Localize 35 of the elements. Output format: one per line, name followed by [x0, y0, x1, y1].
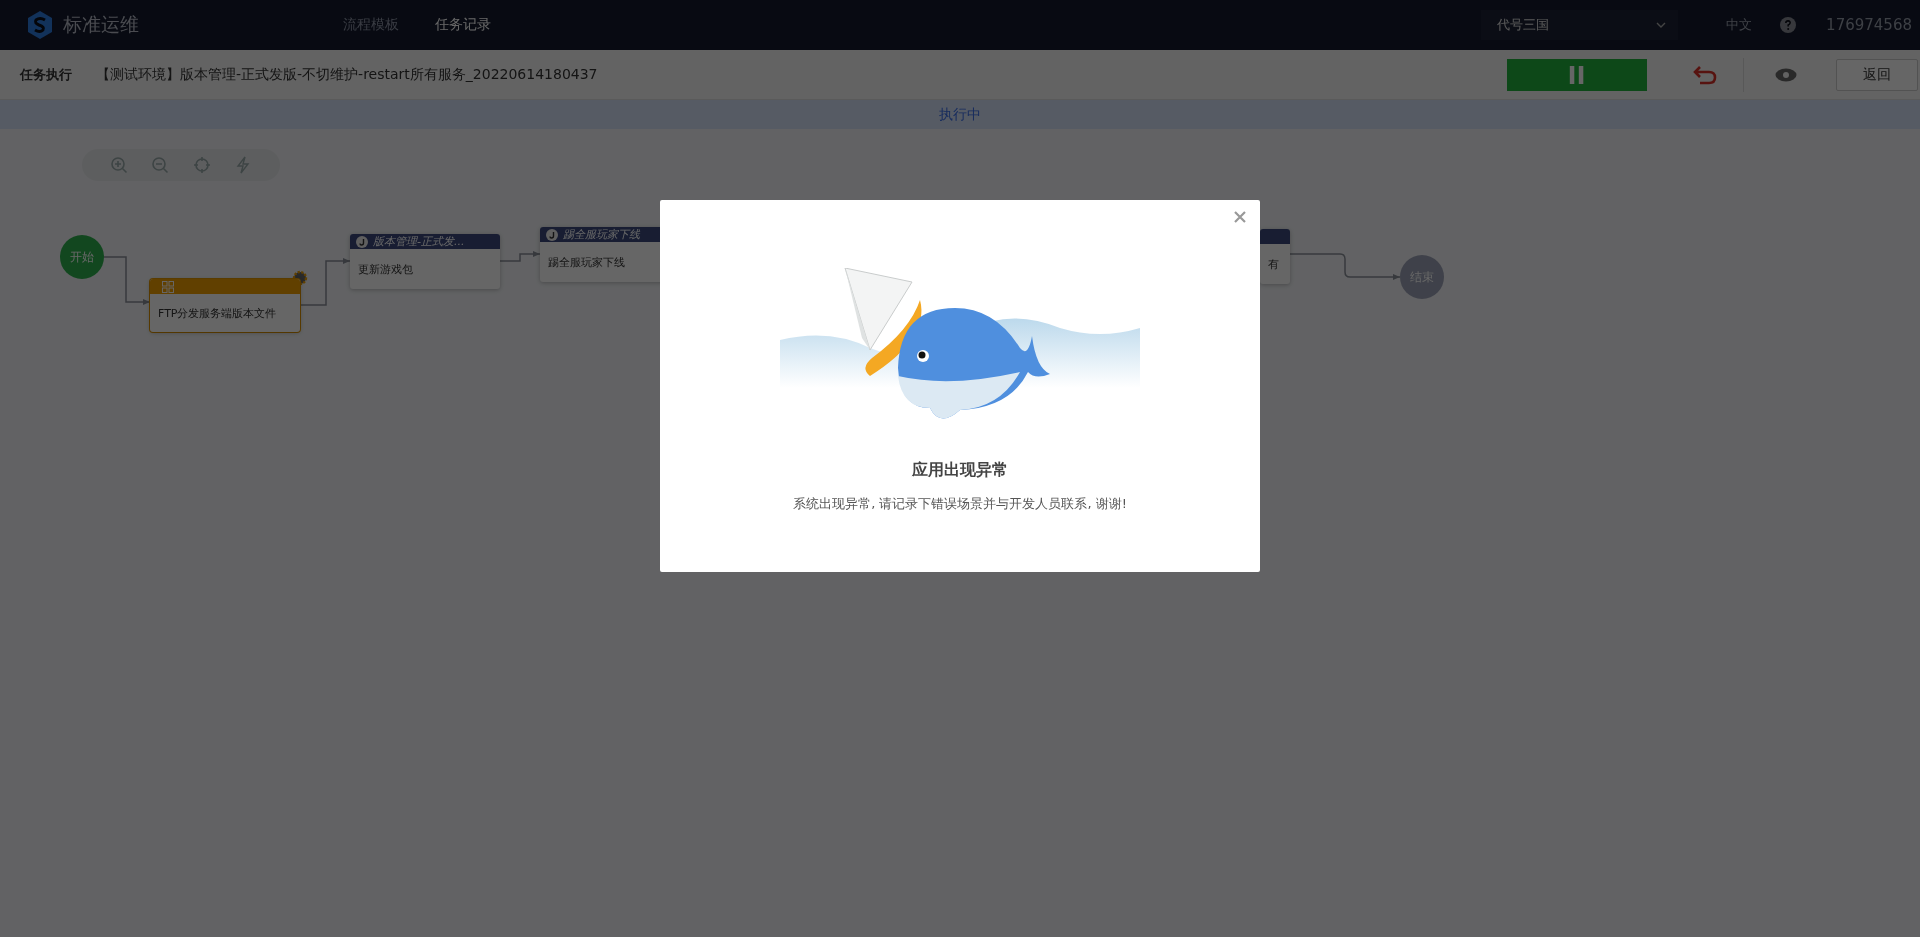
task-node[interactable]: 版本管理-正式发... 更新游戏包	[350, 234, 500, 289]
plugin-icon	[546, 228, 558, 241]
logo-icon	[25, 10, 55, 40]
reset-view-icon[interactable]	[192, 156, 211, 174]
undo-arrow-icon	[1692, 63, 1718, 86]
execution-status: 执行中	[939, 105, 981, 124]
node-label: FTP分发服务端版本文件	[158, 305, 277, 321]
task-node[interactable]: FTP分发服务端版本文件	[150, 279, 300, 332]
zoom-out-icon[interactable]	[151, 156, 170, 174]
task-name: 【测试环境】版本管理-正式发版-不切维护-restart所有服务_20220614180437	[96, 65, 598, 84]
pause-button[interactable]	[1507, 58, 1647, 91]
task-node[interactable]: 有	[1260, 229, 1290, 284]
zoom-in-icon[interactable]	[109, 156, 128, 174]
caret-icon	[1656, 22, 1667, 28]
app-name: 标准运维	[63, 12, 139, 37]
connector-arrow	[499, 251, 541, 262]
help-icon[interactable]	[1780, 17, 1797, 33]
close-icon[interactable]	[1234, 211, 1246, 223]
back-button[interactable]: 返回	[1836, 58, 1918, 91]
connector-arrow	[299, 258, 351, 306]
eye-icon	[1775, 67, 1797, 82]
grid-icon	[162, 280, 174, 293]
dialog-title: 应用出现异常	[912, 460, 1008, 481]
node-title: 踢全服玩家下线	[563, 227, 640, 242]
node-title: 版本管理-正式发...	[373, 234, 465, 249]
start-node[interactable]: 开始	[60, 235, 104, 279]
connector-arrow	[103, 256, 151, 305]
plugin-icon	[356, 235, 368, 248]
nav-tab[interactable]: 任务记录	[435, 16, 491, 34]
node-label: 有	[1268, 256, 1279, 272]
page-label: 任务执行	[20, 65, 72, 84]
pause-icon	[1568, 63, 1586, 86]
dialog-message: 系统出现异常, 请记录下错误场景并与开发人员联系, 谢谢!	[793, 495, 1127, 513]
node-label: 踢全服玩家下线	[548, 254, 625, 270]
node-label: 更新游戏包	[358, 261, 413, 277]
